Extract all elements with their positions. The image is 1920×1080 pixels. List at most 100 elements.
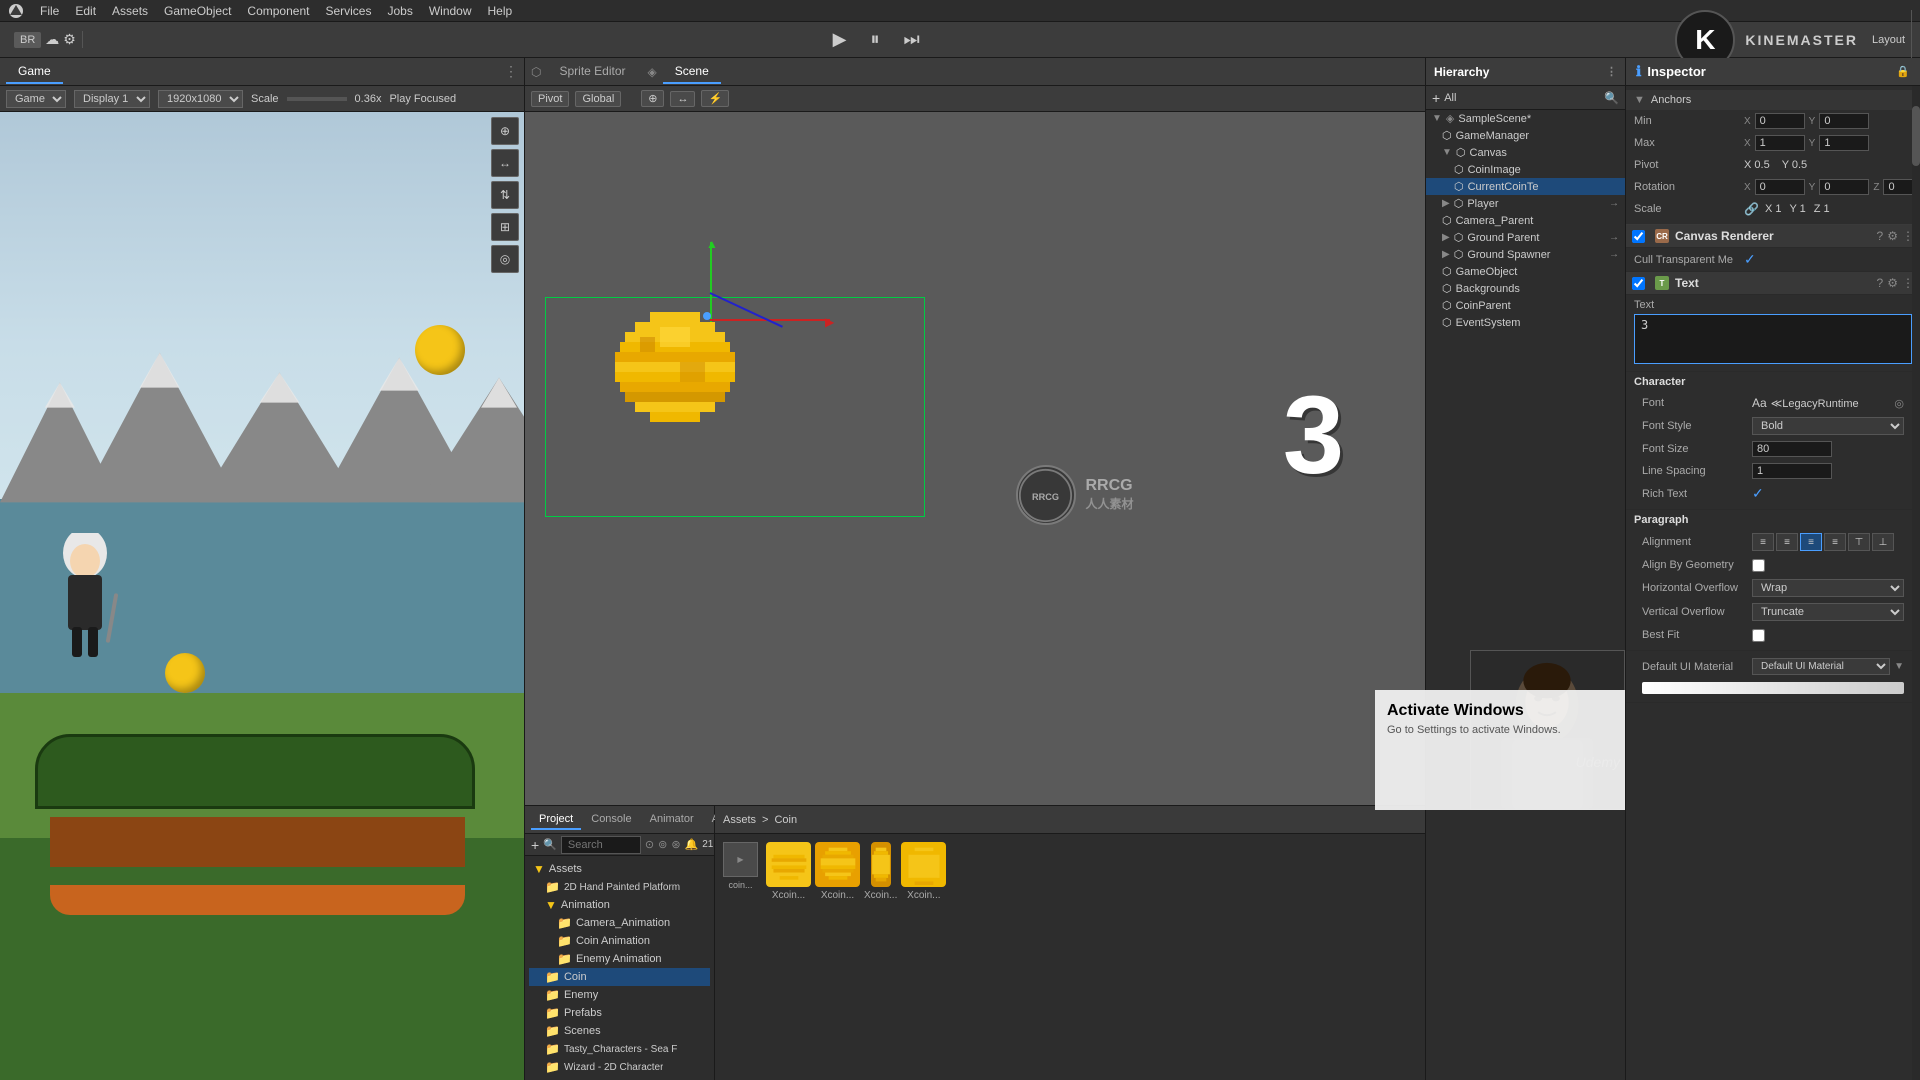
best-fit-check[interactable] [1752, 629, 1765, 642]
align-center[interactable]: ≡ [1776, 533, 1798, 551]
h-backgrounds[interactable]: ⬡ Backgrounds [1426, 280, 1625, 297]
menu-gameobject[interactable]: GameObject [164, 4, 231, 18]
canvas-renderer-enable[interactable] [1632, 230, 1645, 243]
align-by-geo-check[interactable] [1752, 559, 1765, 572]
menu-assets[interactable]: Assets [112, 4, 148, 18]
hierarchy-all-label[interactable]: All [1444, 92, 1456, 104]
h-camera-parent[interactable]: ⬡ Camera_Parent [1426, 212, 1625, 229]
h-overflow-select[interactable]: Wrap Overflow [1752, 579, 1904, 597]
folder-camera-anim[interactable]: 📁 Camera_Animation [529, 914, 710, 932]
menu-component[interactable]: Component [247, 4, 309, 18]
text-content-input[interactable]: 3 [1634, 314, 1912, 364]
menu-window[interactable]: Window [429, 4, 472, 18]
inspector-scrollbar[interactable] [1912, 86, 1920, 1080]
filter-btn-4[interactable]: 🔔 [685, 838, 699, 851]
folder-2d-platform[interactable]: 📁 2D Hand Painted Platform [529, 878, 710, 896]
folder-tasty[interactable]: 📁 Tasty_Characters - Sea F [529, 1040, 710, 1058]
h-search[interactable]: 🔍 [1604, 91, 1619, 105]
align-right[interactable]: ≡ [1800, 533, 1822, 551]
h-game-manager[interactable]: ⬡ GameManager [1426, 127, 1625, 144]
v-overflow-select[interactable]: Truncate Overflow [1752, 603, 1904, 621]
sprite-frame-4[interactable]: Xcoin... [901, 842, 946, 901]
min-y-input[interactable] [1819, 113, 1869, 129]
inspector-scrollbar-thumb[interactable] [1912, 106, 1920, 166]
align-left[interactable]: ≡ [1752, 533, 1774, 551]
breadcrumb-coin[interactable]: Coin [774, 814, 797, 826]
text-settings-btn[interactable]: ⚙ [1887, 276, 1898, 290]
min-x-input[interactable] [1755, 113, 1805, 129]
h-current-coin-text[interactable]: ⬡ CurrentCoinTe [1426, 178, 1625, 195]
breadcrumb-assets[interactable]: Assets [723, 814, 756, 826]
sprite-editor-tab[interactable]: Sprite Editor [547, 60, 637, 84]
folder-enemy-anim[interactable]: 📁 Enemy Animation [529, 950, 710, 968]
cr-settings-btn[interactable]: ⚙ [1887, 229, 1898, 243]
menu-services[interactable]: Services [325, 4, 371, 18]
line-spacing-input[interactable] [1752, 463, 1832, 479]
default-mat-select[interactable]: Default UI Material [1752, 658, 1890, 675]
h-ground-parent[interactable]: ▶ ⬡ Ground Parent → [1426, 229, 1625, 246]
max-x-input[interactable] [1755, 135, 1805, 151]
font-style-select[interactable]: Bold Normal Italic Bold Italic [1752, 417, 1904, 435]
overlay-btn-1[interactable]: ⊕ [491, 117, 519, 145]
scene-tab[interactable]: Scene [663, 60, 721, 84]
folder-enemy[interactable]: 📁 Enemy [529, 986, 710, 1004]
color-gradient-bar[interactable] [1642, 682, 1904, 694]
pivot-btn[interactable]: Pivot [531, 91, 569, 107]
overlay-btn-5[interactable]: ◎ [491, 245, 519, 273]
folder-assets[interactable]: ▼ Assets [529, 860, 710, 878]
game-display-select[interactable]: Game [6, 90, 66, 108]
overlay-btn-2[interactable]: ↔ [491, 149, 519, 177]
h-event-system[interactable]: ⬡ EventSystem [1426, 314, 1625, 331]
project-search[interactable] [561, 836, 641, 854]
folder-coin-anim[interactable]: 📁 Coin Animation [529, 932, 710, 950]
folder-scenes[interactable]: 📁 Scenes [529, 1022, 710, 1040]
filter-btn-3[interactable]: ⊛ [671, 838, 680, 851]
font-select-btn[interactable]: ◎ [1894, 397, 1904, 410]
max-y-input[interactable] [1819, 135, 1869, 151]
h-canvas[interactable]: ▼ ⬡ Canvas [1426, 144, 1625, 161]
game-panel-menu[interactable]: ⋮ [504, 63, 518, 80]
play-focused-label[interactable]: Play Focused [389, 93, 456, 105]
display-select[interactable]: Display 1 [74, 90, 150, 108]
h-coin-image[interactable]: ⬡ CoinImage [1426, 161, 1625, 178]
h-player[interactable]: ▶ ⬡ Player → [1426, 195, 1625, 212]
folder-prefabs[interactable]: 📁 Prefabs [529, 1004, 710, 1022]
anchors-toggle[interactable]: ▼ [1634, 94, 1645, 106]
filter-btn-2[interactable]: ⊚ [658, 838, 667, 851]
menu-jobs[interactable]: Jobs [387, 4, 412, 18]
sprite-frame-1[interactable]: Xcoin... [766, 842, 811, 901]
rot-x-input[interactable] [1755, 179, 1805, 195]
filter-btn-1[interactable]: ⊙ [645, 838, 654, 851]
toolbar-btn-2[interactable]: ↔ [670, 91, 695, 107]
resolution-select[interactable]: 1920x1080 [158, 90, 243, 108]
cr-help-btn[interactable]: ? [1877, 229, 1884, 243]
font-size-input[interactable] [1752, 441, 1832, 457]
sprite-frame-2[interactable]: Xcoin... [815, 842, 860, 901]
folder-wizard[interactable]: 📁 Wizard - 2D Character [529, 1058, 710, 1076]
account-badge[interactable]: BR [14, 32, 41, 48]
console-tab[interactable]: Console [583, 810, 639, 830]
step-button[interactable]: ⏭ [899, 29, 923, 50]
cloud-icon[interactable]: ☁ [45, 31, 59, 48]
folder-animation[interactable]: ▼ Animation [529, 896, 710, 914]
rich-text-checkbox[interactable]: ✓ [1752, 485, 1764, 502]
global-btn[interactable]: Global [575, 91, 621, 107]
sprite-frame-3[interactable]: Xcoin... [864, 842, 897, 901]
align-top[interactable]: ⊤ [1848, 533, 1870, 551]
h-coin-parent[interactable]: ⬡ CoinParent [1426, 297, 1625, 314]
menu-help[interactable]: Help [488, 4, 513, 18]
align-middle[interactable]: ⊥ [1872, 533, 1894, 551]
overlay-btn-3[interactable]: ⇅ [491, 181, 519, 209]
menu-edit[interactable]: Edit [75, 4, 96, 18]
text-enable[interactable] [1632, 277, 1645, 290]
toolbar-btn-3[interactable]: ⚡ [701, 90, 729, 107]
scale-slider[interactable] [287, 97, 347, 101]
rot-y-input[interactable] [1819, 179, 1869, 195]
project-tab[interactable]: Project [531, 810, 581, 830]
text-help-btn[interactable]: ? [1877, 276, 1884, 290]
h-gameobject[interactable]: ⬡ GameObject [1426, 263, 1625, 280]
animator-tab[interactable]: Animator [642, 810, 702, 830]
game-tab[interactable]: Game [6, 60, 63, 84]
cull-checkbox[interactable]: ✓ [1744, 251, 1756, 268]
menu-file[interactable]: File [40, 4, 59, 18]
